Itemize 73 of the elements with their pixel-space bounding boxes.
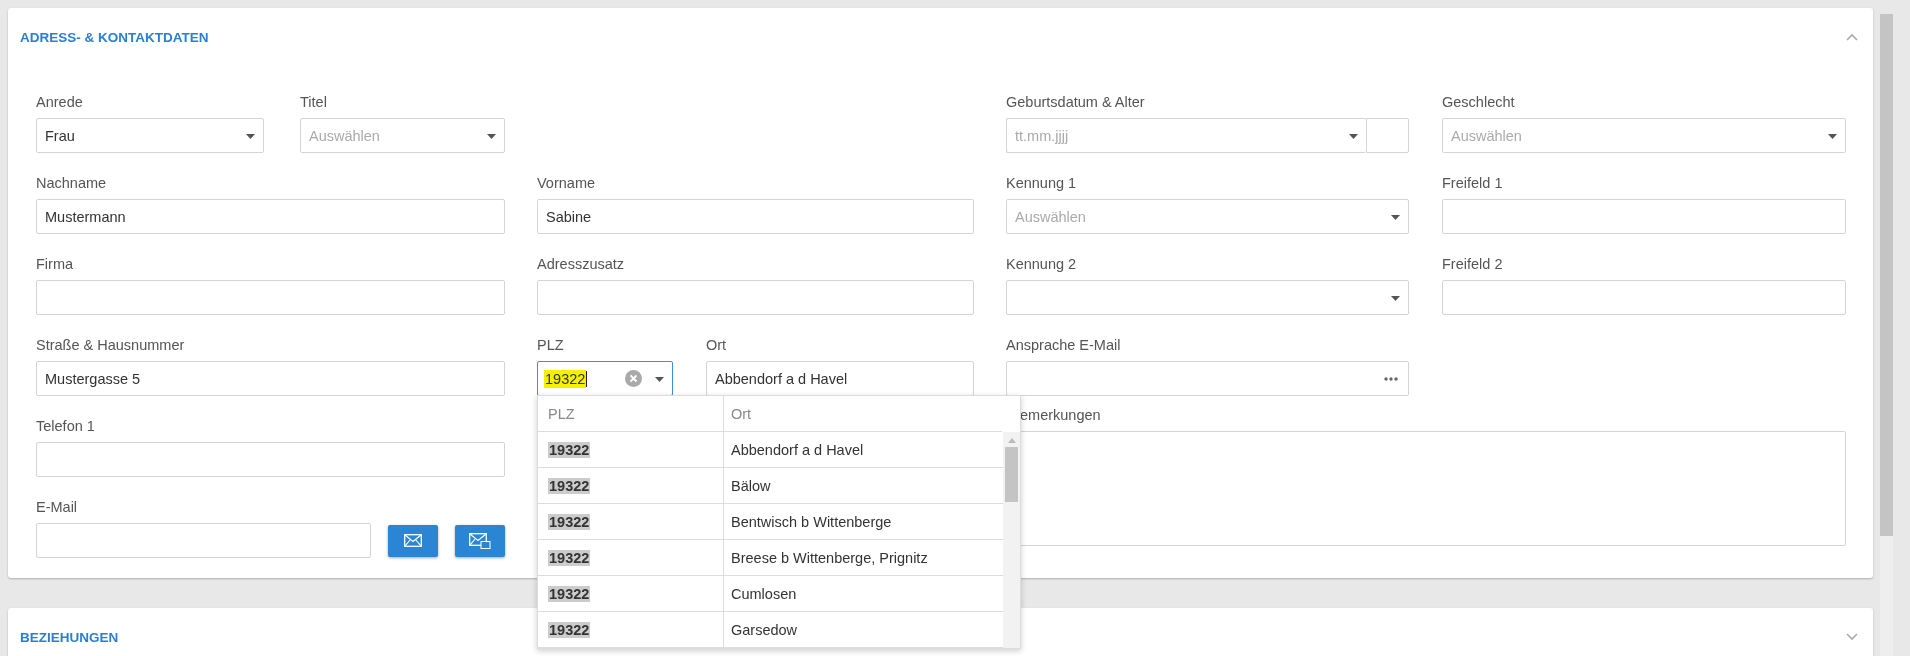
town-name: Abbendorf a d Havel bbox=[730, 441, 864, 458]
select-field[interactable]: Frau bbox=[36, 118, 264, 153]
field-label: Geschlecht bbox=[1442, 93, 1515, 112]
town-name: Cumlosen bbox=[730, 585, 797, 602]
caret-icon bbox=[1828, 134, 1837, 139]
zip-code: 19322 bbox=[548, 441, 591, 458]
text-field[interactable]: Abbendorf a d Havel bbox=[706, 361, 974, 396]
more-icon[interactable] bbox=[1384, 377, 1398, 381]
section-title[interactable]: ADRESS- & KONTAKTDATEN bbox=[20, 29, 209, 45]
text-field[interactable] bbox=[1442, 199, 1846, 234]
caret-icon bbox=[1391, 215, 1400, 220]
field-label: Firma bbox=[36, 255, 74, 274]
field-label: E-Mail bbox=[36, 498, 78, 517]
dropdown-row[interactable]: 19322 Bentwisch b Wittenberge bbox=[538, 504, 1003, 540]
zip-code: 19322 bbox=[548, 549, 591, 566]
zip-code: 19322 bbox=[548, 585, 591, 602]
text-field[interactable] bbox=[1442, 280, 1846, 315]
field-label: Adresszusatz bbox=[537, 255, 625, 274]
email-field[interactable] bbox=[36, 523, 372, 558]
select-field[interactable] bbox=[1006, 280, 1409, 315]
caret-icon bbox=[1349, 134, 1358, 139]
clear-icon[interactable] bbox=[625, 370, 642, 387]
zip-code: 19322 bbox=[548, 513, 591, 530]
dropdown-row[interactable]: 19322 Cumlosen bbox=[538, 576, 1003, 612]
town-name: Bälow bbox=[730, 477, 771, 494]
zip-code: 19322 bbox=[548, 621, 591, 638]
column-header: PLZ bbox=[538, 396, 724, 431]
field-label: Ort bbox=[706, 336, 727, 355]
field-label: Anrede bbox=[36, 93, 83, 112]
field-label: Vorname bbox=[537, 174, 596, 193]
town-name: Bentwisch b Wittenberge bbox=[730, 513, 892, 530]
field-label: Nachname bbox=[36, 174, 107, 193]
caret-icon bbox=[246, 134, 255, 139]
age-field[interactable] bbox=[1366, 118, 1409, 153]
dropdown-row[interactable]: 19322 Bälow bbox=[538, 468, 1003, 504]
text-field[interactable] bbox=[36, 280, 505, 315]
field-label: Straße & Hausnummer bbox=[36, 336, 185, 355]
chevron-icon[interactable] bbox=[1846, 33, 1858, 41]
page-scrollbar[interactable] bbox=[1880, 14, 1893, 656]
town-name: Garsedow bbox=[730, 621, 798, 638]
text-field[interactable] bbox=[1006, 361, 1409, 396]
section-title[interactable]: BEZIEHUNGEN bbox=[20, 629, 119, 645]
text-field[interactable]: Mustergasse 5 bbox=[36, 361, 505, 396]
caret-icon bbox=[487, 134, 496, 139]
dropdown-row[interactable]: 19322 Breese b Wittenberge, Prignitz bbox=[538, 540, 1003, 576]
field-label: Geburtsdatum & Alter bbox=[1006, 93, 1145, 112]
chevron-icon[interactable] bbox=[1846, 633, 1858, 641]
scroll-up-icon[interactable] bbox=[1007, 438, 1016, 443]
dropdown-row[interactable]: 19322 Abbendorf a d Havel bbox=[538, 432, 1003, 468]
field-label: Telefon 1 bbox=[36, 417, 95, 436]
field-label: Kennung 1 bbox=[1006, 174, 1077, 193]
column-header: Ort bbox=[730, 405, 752, 422]
field-label: Kennung 2 bbox=[1006, 255, 1077, 274]
town-name: Breese b Wittenberge, Prignitz bbox=[730, 549, 928, 566]
email-template-button[interactable] bbox=[455, 524, 505, 557]
field-label: Freifeld 1 bbox=[1442, 174, 1503, 193]
field-label: emerkungen bbox=[1020, 406, 1101, 425]
zip-code: 19322 bbox=[548, 477, 591, 494]
text-field[interactable] bbox=[36, 442, 505, 477]
field-label: Titel bbox=[300, 93, 327, 112]
email-button[interactable] bbox=[388, 524, 439, 557]
dropdown-scrollbar[interactable] bbox=[1003, 432, 1020, 648]
envelope-document-icon bbox=[469, 532, 492, 549]
envelope-icon bbox=[404, 534, 423, 547]
text-field[interactable]: Sabine bbox=[537, 199, 974, 234]
field-label: Freifeld 2 bbox=[1442, 255, 1503, 274]
dropdown-row[interactable]: 19322 Garsedow bbox=[538, 612, 1003, 648]
caret-icon bbox=[655, 377, 664, 382]
text-field[interactable] bbox=[537, 280, 974, 315]
field-label: Ansprache E-Mail bbox=[1006, 336, 1121, 355]
text-field[interactable]: Mustermann bbox=[36, 199, 505, 234]
caret-icon bbox=[1391, 296, 1400, 301]
field-label: PLZ bbox=[537, 336, 564, 355]
